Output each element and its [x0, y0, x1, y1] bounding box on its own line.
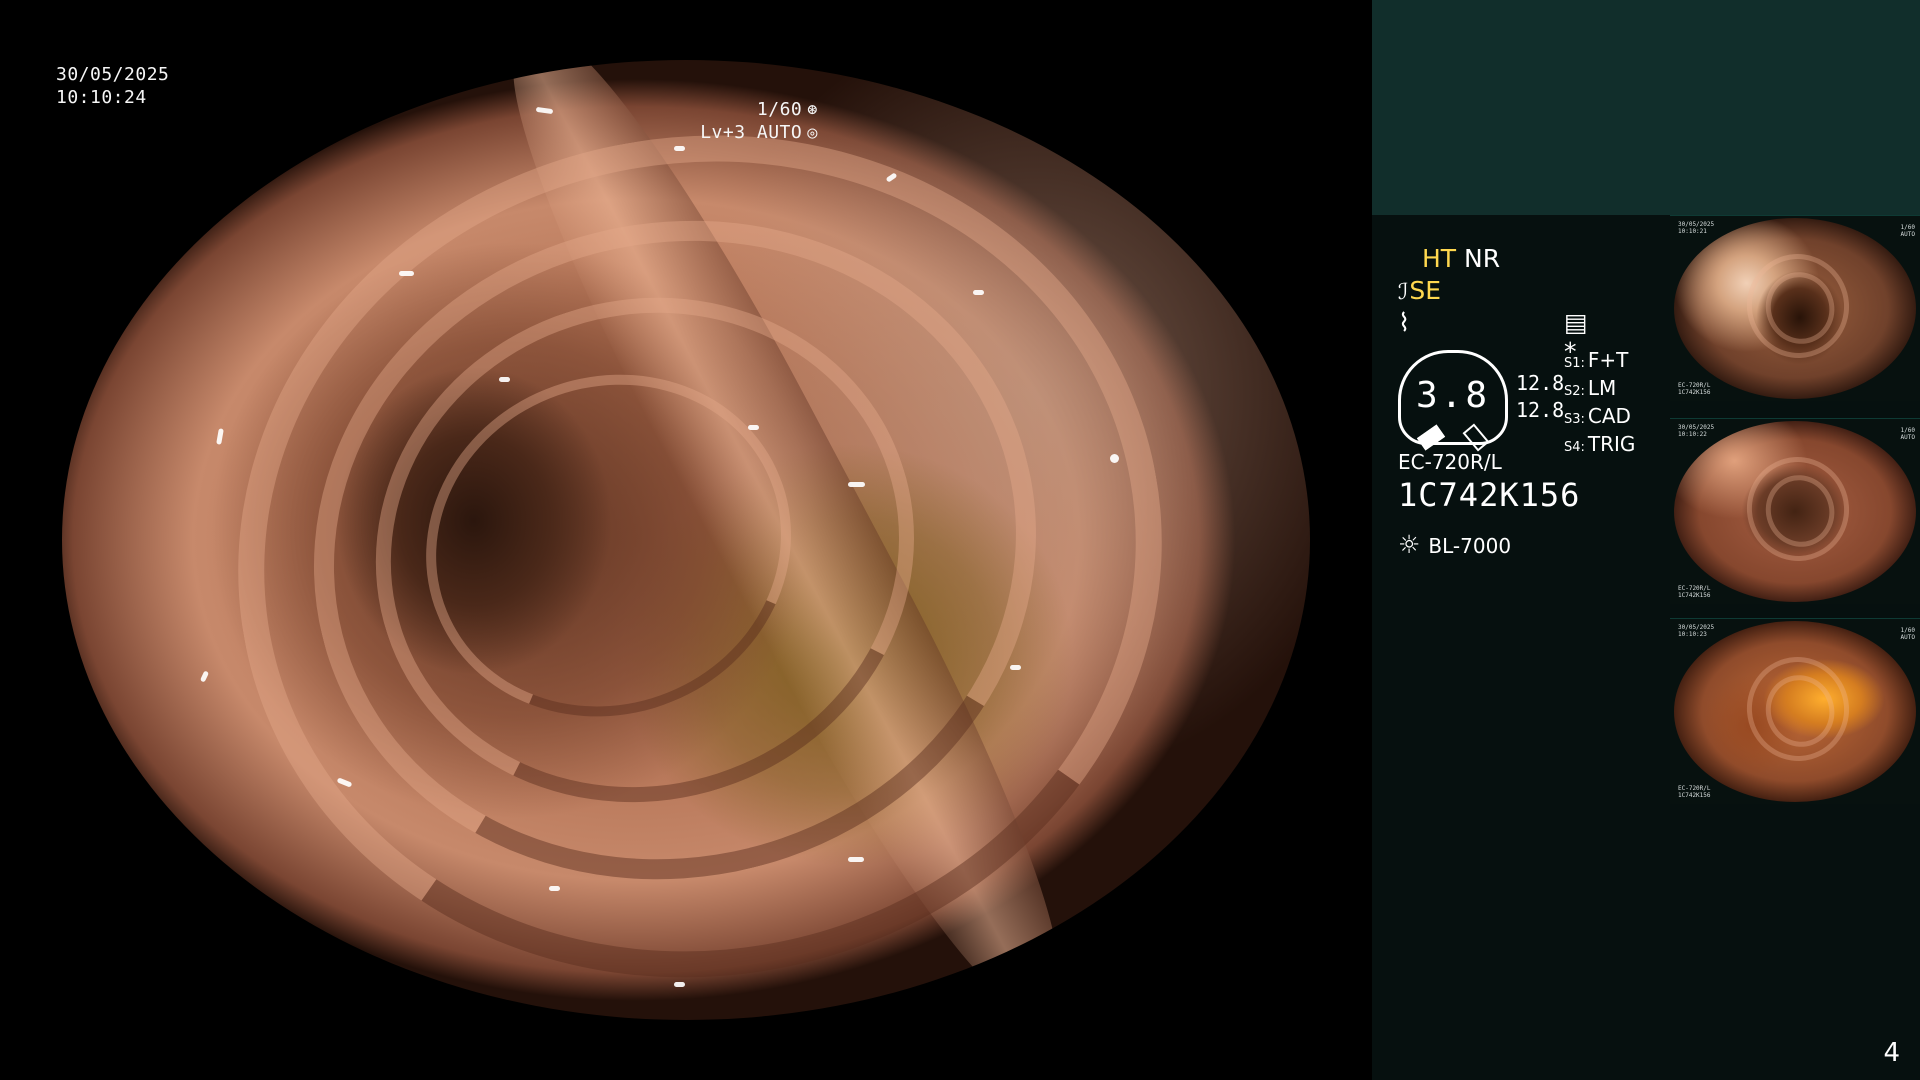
light-source: ☼ BL-7000 [1398, 530, 1511, 559]
settings-list-icon: ▤ [1564, 308, 1588, 337]
magnification-value-1: 12.8 [1516, 371, 1565, 395]
light-source-model: BL-7000 [1428, 534, 1512, 558]
light-reflection [398, 271, 414, 277]
thumbnail-image [1674, 621, 1916, 802]
structure-enhancement-status: ℐSE [1398, 276, 1441, 305]
image-enhancement-status: HT NR [1422, 244, 1500, 273]
thumbnail-settings: 1/60 AUTO [1900, 224, 1915, 238]
thumbnail-settings: 1/60 AUTO [1900, 427, 1915, 441]
scope-button-assignments: S1: F+T S2: LM S3: CAD S4: TRIG [1564, 348, 1635, 460]
gauge-right-marker-icon [1462, 423, 1490, 452]
light-reflection [673, 981, 685, 987]
magnification-value: 3.8 [1415, 375, 1491, 416]
gauge-left-marker-icon [1416, 424, 1446, 451]
light-reflection [498, 376, 510, 382]
scope-button-s1: S1: F+T [1564, 348, 1629, 372]
ht-status: HT [1422, 244, 1457, 273]
exposure-setting: Lv+3 AUTO [700, 121, 803, 143]
magnification-values: 12.8 12.8 [1516, 370, 1564, 424]
se-status: SE [1409, 276, 1442, 305]
light-reflection [748, 424, 760, 430]
iris-icon: ◎ [807, 122, 818, 143]
scope-button-s4: S4: TRIG [1564, 432, 1636, 456]
light-reflection [1010, 664, 1022, 670]
light-reflection [548, 885, 560, 891]
image-count: 4 [1883, 1038, 1900, 1068]
captured-image-thumbnail[interactable]: 30/05/2025 10:10:23 1/60 AUTO EC-720R/L 1C7… [1670, 618, 1920, 804]
thumbnail-scope-info: EC-720R/L 1C742K156 [1678, 382, 1711, 396]
thumbnail-image [1674, 421, 1916, 602]
structure-enhancement-icon: ℐ [1398, 280, 1409, 305]
thumbnail-time: 30/05/2025 10:10:21 [1678, 221, 1715, 235]
captured-image-thumbnail[interactable]: 30/05/2025 10:10:22 1/60 AUTO EC-720R/L 1C7… [1670, 418, 1920, 604]
panel-top-band [1372, 0, 1920, 215]
thumbnail-scope-info: EC-720R/L 1C742K156 [1678, 585, 1711, 599]
waveform-icon: ⌇ [1398, 308, 1411, 337]
endoscope-viewport: 30/05/2025 10:10:24 1/60 ⊛ Lv+3 AUTO ◎ [0, 0, 1372, 1080]
scope-model: EC-720R/L [1398, 450, 1502, 474]
thumbnail-image [1674, 218, 1916, 399]
light-reflection [149, 248, 161, 261]
light-reflection [848, 856, 865, 862]
endoscopic-image [62, 60, 1310, 1020]
thumbnail-scope-info: EC-720R/L 1C742K156 [1678, 785, 1711, 799]
procedure-info-panel: HT NR ℐSE ⌇ ▤ * 3.8 12.8 12.8 S1: F+T S2:… [1372, 0, 1920, 1080]
light-reflection [311, 87, 323, 95]
light-reflection [673, 146, 685, 152]
capture-date: 30/05/2025 [56, 64, 170, 85]
magnification-value-2: 12.8 [1516, 398, 1565, 422]
thumbnail-time: 30/05/2025 10:10:22 [1678, 424, 1715, 438]
aperture-icon: ⊛ [807, 100, 818, 120]
light-reflection [848, 482, 866, 488]
light-reflection [1110, 453, 1120, 463]
nr-status: NR [1464, 244, 1501, 273]
captured-image-thumbnail[interactable]: 30/05/2025 10:10:21 1/60 AUTO EC-720R/L 1C7… [1670, 215, 1920, 401]
scope-serial-number: 1C742K156 [1398, 476, 1581, 514]
light-reflection [973, 290, 985, 296]
light-reflection [200, 670, 210, 683]
lamp-icon: ☼ [1398, 530, 1421, 559]
shutter-speed: 1/60 [756, 99, 803, 120]
light-reflection [215, 428, 224, 446]
thumbnail-time: 30/05/2025 10:10:23 [1678, 624, 1715, 638]
scope-button-s3: S3: CAD [1564, 404, 1631, 428]
camera-settings: 1/60 ⊛ Lv+3 AUTO ◎ [700, 99, 818, 144]
capture-time: 10:10:24 [56, 86, 147, 108]
scope-button-s2: S2: LM [1564, 376, 1617, 400]
capture-date-time: 30/05/2025 10:10:24 [56, 64, 169, 109]
magnification-gauge: 3.8 [1398, 350, 1508, 452]
thumbnail-settings: 1/60 AUTO [1900, 627, 1915, 641]
